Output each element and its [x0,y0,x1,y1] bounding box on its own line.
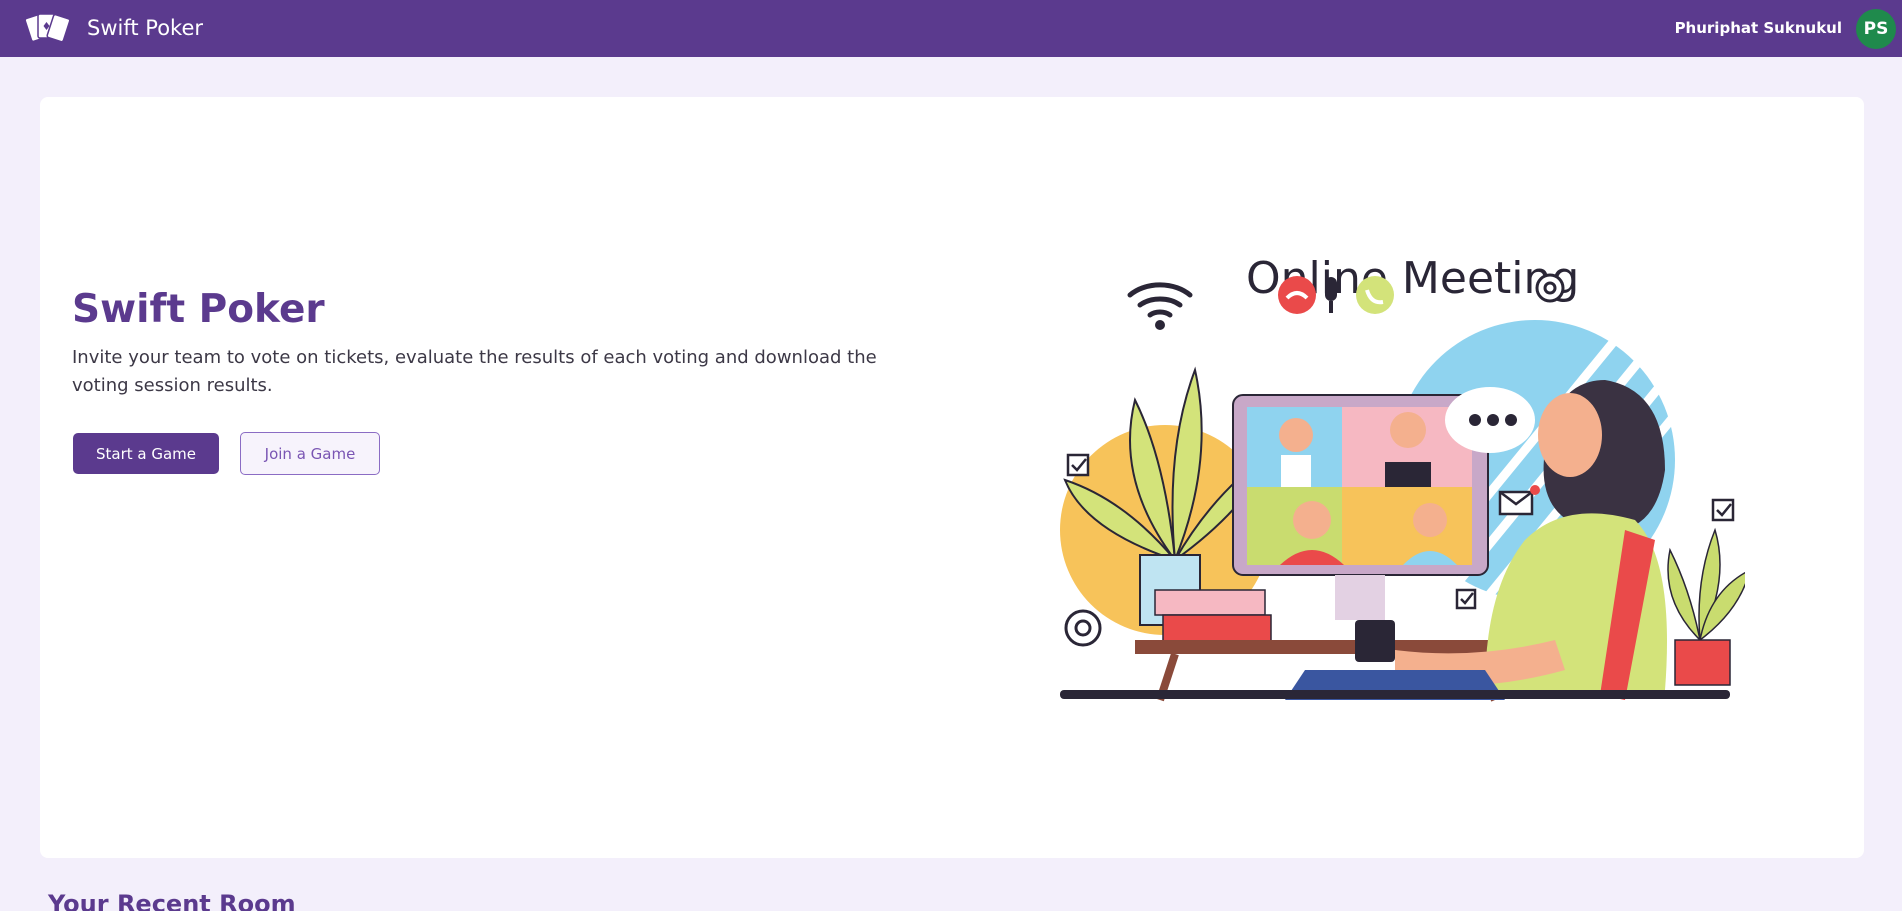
hero-title: Swift Poker [72,287,325,332]
floor-line [1060,690,1730,699]
microphone-icon [1325,277,1337,301]
books-shape [1154,589,1266,616]
user-name[interactable]: Phuriphat Suknukul [1675,19,1842,37]
top-navbar: Swift Poker Phuriphat Suknukul PS [0,0,1902,57]
avatar[interactable]: PS [1856,9,1896,49]
checkbox-icon [1711,498,1735,522]
playing-cards-icon[interactable] [24,10,72,48]
wifi-icon [1127,282,1193,318]
brand-name[interactable]: Swift Poker [87,16,203,40]
start-game-button[interactable]: Start a Game [73,433,219,474]
gear-icon [1064,609,1102,647]
mug-shape [1355,620,1395,662]
checkbox-icon [1066,453,1090,477]
phone-icon [1356,276,1394,314]
join-game-button[interactable]: Join a Game [240,432,380,475]
plant-right-shape [1667,527,1745,643]
recent-rooms-title: Your Recent Room [48,890,296,911]
hero-description: Invite your team to vote on tickets, eva… [72,347,877,396]
gear-icon [1535,273,1565,303]
desk-shape [1135,640,1505,654]
online-meeting-illustration [1060,273,1745,702]
